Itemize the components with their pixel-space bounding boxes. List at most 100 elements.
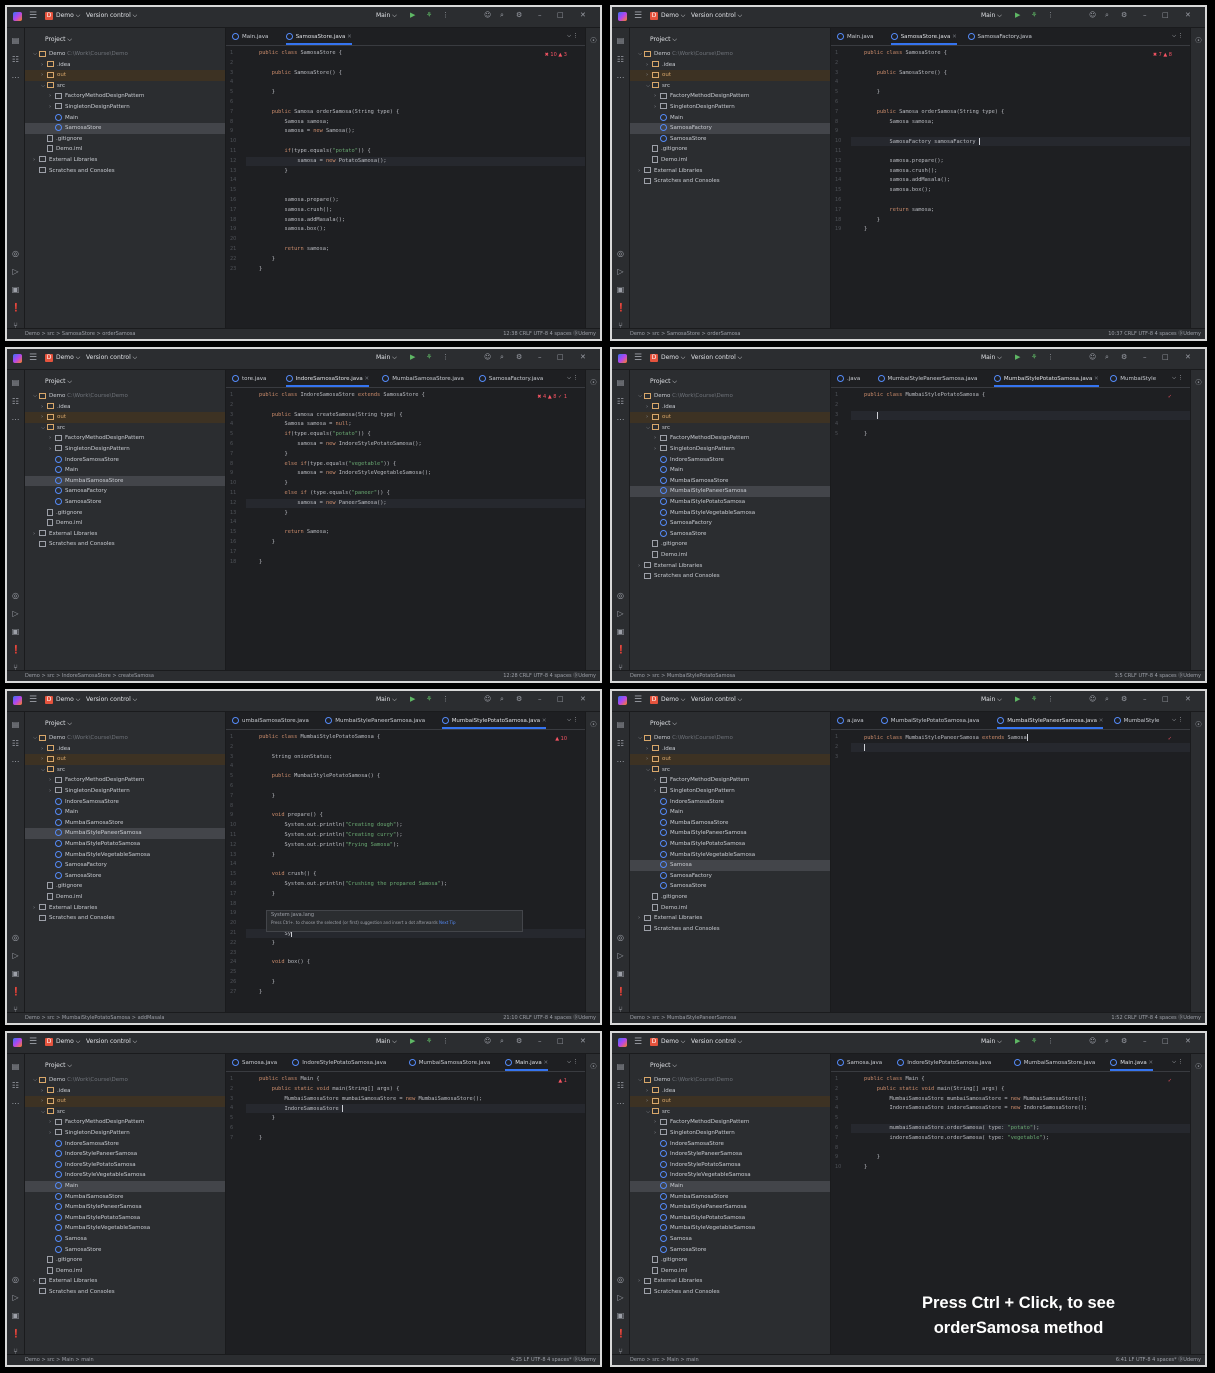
tree-item[interactable]: SamosaStore — [630, 881, 830, 892]
editor-tab[interactable]: IndoreSamosaStore.java ✕ — [285, 375, 370, 387]
project-switcher[interactable]: Demo ⌵ — [56, 12, 80, 20]
navigation-breadcrumb[interactable]: Demo > src > IndoreSamosaStore > createS… — [25, 671, 154, 681]
run-tool-icon[interactable]: ▷ — [616, 609, 625, 618]
run-icon[interactable]: ▶ — [410, 11, 415, 19]
tree-item[interactable]: Scratches and Consoles — [630, 176, 830, 187]
account-icon[interactable]: ☺ — [484, 1037, 491, 1045]
editor-tab[interactable]: IndoreStylePotatoSamosa.java — [897, 1059, 991, 1066]
more-tools-icon[interactable]: ⋯ — [11, 415, 20, 424]
line-separator[interactable]: CRLF — [1124, 673, 1138, 679]
tree-item[interactable]: › .idea — [630, 60, 830, 71]
tree-item[interactable]: › .idea — [25, 1086, 225, 1097]
ai-assistant-icon[interactable]: ☉ — [1194, 378, 1203, 387]
account-icon[interactable]: ☺ — [484, 353, 491, 361]
tree-item[interactable]: MumbaiStylePaneerSamosa — [630, 1202, 830, 1213]
editor-tab[interactable]: MumbaiSamosaStore.java — [382, 375, 464, 382]
project-view-icon[interactable]: ▤ — [616, 720, 625, 729]
indent-setting[interactable]: 4 spaces — [550, 1015, 574, 1021]
debug-icon[interactable]: ⚘ — [426, 695, 432, 703]
tree-item[interactable]: SamosaFactory — [25, 486, 225, 497]
problems-icon[interactable]: ❗ — [11, 987, 21, 996]
structure-icon[interactable]: ☷ — [11, 1081, 20, 1090]
restore-icon[interactable]: □ — [1162, 1037, 1169, 1045]
services-icon[interactable]: ◎ — [11, 249, 20, 258]
run-tool-icon[interactable]: ▷ — [11, 609, 20, 618]
tree-item[interactable]: ⌵ src — [630, 765, 830, 776]
editor-tab[interactable]: MumbaiStylePaneerSamosa.java ✕ — [997, 717, 1104, 729]
editor-tab[interactable]: SamosaStore.java ✕ — [285, 33, 352, 45]
inspection-widget[interactable]: ✓ — [1168, 736, 1172, 742]
close-icon[interactable]: ✕ — [1185, 1037, 1191, 1045]
settings-icon[interactable]: ⚙ — [1121, 353, 1127, 361]
tree-item[interactable]: .gitignore — [25, 508, 225, 519]
tree-item[interactable]: › SingletonDesignPattern — [25, 102, 225, 113]
tree-item[interactable]: › out — [25, 70, 225, 81]
structure-icon[interactable]: ☷ — [616, 55, 625, 64]
run-config-selector[interactable]: Main ⌵ — [981, 1038, 1002, 1046]
run-config-selector[interactable]: Main ⌵ — [981, 12, 1002, 20]
project-pane-title[interactable]: Project ⌵ — [650, 36, 677, 44]
tree-item[interactable]: › .idea — [630, 1086, 830, 1097]
tab-overflow-icon[interactable]: ⌵ ⋮ — [1172, 717, 1183, 724]
tree-item[interactable]: IndoreSamosaStore — [25, 1139, 225, 1150]
ai-assistant-icon[interactable]: ☉ — [589, 720, 598, 729]
terminal-icon[interactable]: ▣ — [616, 285, 625, 294]
file-encoding[interactable]: UTF-8 — [533, 673, 549, 679]
account-icon[interactable]: ☺ — [484, 11, 491, 19]
tree-item[interactable]: MumbaiSamosaStore — [25, 818, 225, 829]
tree-item[interactable]: Main — [630, 465, 830, 476]
tree-item[interactable]: › .idea — [25, 402, 225, 413]
minimize-icon[interactable]: – — [1143, 11, 1147, 19]
file-encoding[interactable]: UTF-8 — [1138, 331, 1154, 337]
tree-item[interactable]: › External Libraries — [630, 913, 830, 924]
tree-item[interactable]: › FactoryMethodDesignPattern — [630, 433, 830, 444]
more-icon[interactable]: ⋮ — [1047, 695, 1054, 703]
tree-item[interactable]: › out — [630, 1096, 830, 1107]
run-icon[interactable]: ▶ — [1015, 1037, 1020, 1045]
tab-close-icon[interactable]: ✕ — [542, 1060, 548, 1066]
debug-icon[interactable]: ⚘ — [1031, 1037, 1037, 1045]
navigation-breadcrumb[interactable]: Demo > src > MumbaiStylePaneerSamosa — [630, 1013, 737, 1023]
run-config-selector[interactable]: Main ⌵ — [376, 12, 397, 20]
run-tool-icon[interactable]: ▷ — [616, 951, 625, 960]
file-encoding[interactable]: UTF-8 — [533, 1015, 549, 1021]
line-separator[interactable]: LF — [1129, 1357, 1136, 1363]
run-config-selector[interactable]: Main ⌵ — [376, 354, 397, 362]
tree-item[interactable]: › FactoryMethodDesignPattern — [630, 91, 830, 102]
tree-item[interactable]: › .idea — [25, 744, 225, 755]
tree-item[interactable]: IndoreStylePotatoSamosa — [25, 1160, 225, 1171]
tree-item[interactable]: MumbaiStyleVegetableSamosa — [630, 1223, 830, 1234]
tree-item[interactable]: › .idea — [630, 402, 830, 413]
terminal-icon[interactable]: ▣ — [11, 627, 20, 636]
tree-item[interactable]: › SingletonDesignPattern — [630, 1128, 830, 1139]
indent-setting[interactable]: 4 spaces — [1155, 331, 1179, 337]
tree-item[interactable]: SamosaStore — [630, 529, 830, 540]
tree-item[interactable]: IndoreStylePaneerSamosa — [25, 1149, 225, 1160]
tab-close-icon[interactable]: ✕ — [363, 376, 370, 382]
tree-item[interactable]: IndoreStyleVegetableSamosa — [25, 1170, 225, 1181]
run-tool-icon[interactable]: ▷ — [11, 1293, 20, 1302]
more-tools-icon[interactable]: ⋯ — [11, 757, 20, 766]
run-icon[interactable]: ▶ — [1015, 353, 1020, 361]
services-icon[interactable]: ◎ — [11, 591, 20, 600]
run-config-selector[interactable]: Main ⌵ — [376, 696, 397, 704]
tree-item[interactable]: Main — [630, 113, 830, 124]
debug-icon[interactable]: ⚘ — [426, 11, 432, 19]
ai-assistant-icon[interactable]: ☉ — [589, 1062, 598, 1071]
tree-item[interactable]: SamosaStore — [630, 1245, 830, 1256]
project-switcher[interactable]: Demo ⌵ — [56, 354, 80, 362]
minimize-icon[interactable]: – — [538, 11, 542, 19]
tree-item[interactable]: › External Libraries — [630, 1276, 830, 1287]
close-icon[interactable]: ✕ — [580, 695, 586, 703]
run-tool-icon[interactable]: ▷ — [616, 267, 625, 276]
line-separator[interactable]: CRLF — [519, 673, 533, 679]
more-icon[interactable]: ⋮ — [442, 695, 449, 703]
editor-tab[interactable]: MumbaiStylePaneerSamosa.java — [877, 375, 977, 382]
version-control-menu[interactable]: Version control ⌵ — [691, 1038, 742, 1046]
main-menu-icon[interactable]: ☰ — [634, 353, 642, 363]
project-pane-title[interactable]: Project ⌵ — [650, 720, 677, 728]
search-icon[interactable]: ⌕ — [1105, 695, 1109, 704]
next-tip-link[interactable]: Next Tip — [439, 920, 456, 925]
tree-item[interactable]: Demo.iml — [630, 550, 830, 561]
run-config-selector[interactable]: Main ⌵ — [981, 696, 1002, 704]
